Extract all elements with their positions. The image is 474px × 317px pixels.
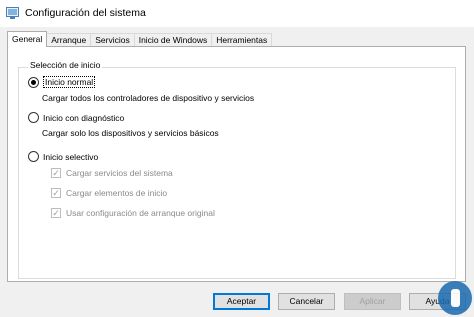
- window-title: Configuración del sistema: [25, 7, 146, 19]
- radio-button-icon: [28, 112, 39, 123]
- radio-normal-startup[interactable]: Inicio normal: [28, 76, 96, 88]
- tab-panel-general: Selección de inicio Inicio normal Cargar…: [7, 46, 466, 282]
- system-config-icon: [6, 7, 19, 19]
- radio-selective-startup[interactable]: Inicio selectivo: [28, 151, 98, 162]
- cancel-button[interactable]: Cancelar: [278, 293, 335, 310]
- radio-button-icon: [28, 76, 39, 88]
- radio-diagnostic-startup[interactable]: Inicio con diagnóstico: [28, 112, 124, 123]
- tab-arranque[interactable]: Arranque: [46, 33, 92, 47]
- dialog-buttons: Aceptar Cancelar Aplicar Ayuda: [0, 293, 474, 310]
- tab-herramientas[interactable]: Herramientas: [211, 33, 273, 47]
- radio-button-icon: [28, 151, 39, 162]
- normal-startup-label: Inicio normal: [43, 76, 96, 88]
- normal-startup-description: Cargar todos los controladores de dispos…: [42, 93, 255, 103]
- checkmark-icon: ✓: [51, 208, 61, 218]
- checkmark-icon: ✓: [51, 168, 61, 178]
- checkbox-use-original-boot-config[interactable]: ✓ Usar configuración de arranque origina…: [51, 208, 215, 218]
- accept-button[interactable]: Aceptar: [213, 293, 270, 310]
- tab-general[interactable]: General: [7, 31, 48, 47]
- title-bar: Configuración del sistema: [0, 0, 474, 27]
- load-startup-items-label: Cargar elementos de inicio: [66, 188, 168, 198]
- startup-selection-label: Selección de inicio: [28, 60, 103, 70]
- tab-strip: General Arranque Servicios Inicio de Win…: [7, 31, 273, 47]
- use-original-boot-config-label: Usar configuración de arranque original: [66, 208, 215, 218]
- selective-startup-label: Inicio selectivo: [43, 151, 99, 162]
- checkbox-load-startup-items[interactable]: ✓ Cargar elementos de inicio: [51, 188, 167, 198]
- checkbox-load-system-services[interactable]: ✓ Cargar servicios del sistema: [51, 168, 173, 178]
- load-system-services-label: Cargar servicios del sistema: [66, 168, 173, 178]
- diagnostic-startup-label: Inicio con diagnóstico: [43, 112, 125, 123]
- diagnostic-startup-description: Cargar solo los dispositivos y servicios…: [42, 128, 219, 138]
- checkmark-icon: ✓: [51, 188, 61, 198]
- tab-inicio-de-windows[interactable]: Inicio de Windows: [133, 33, 213, 47]
- watermark-logo-icon: [438, 281, 472, 315]
- tab-servicios[interactable]: Servicios: [90, 33, 135, 47]
- apply-button[interactable]: Aplicar: [344, 293, 401, 310]
